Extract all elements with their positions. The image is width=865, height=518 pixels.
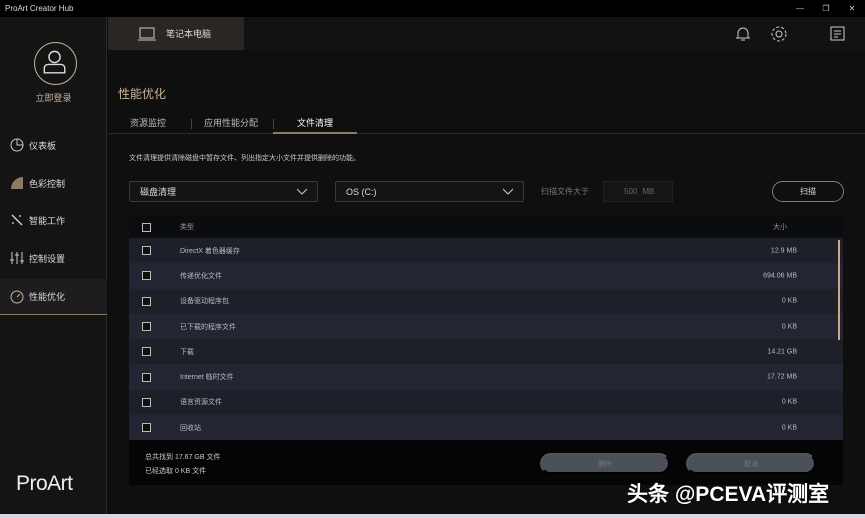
file-table: 类型 大小 DirectX 着色器缓存 12.9 MB 传递优化文件 694.06 MB… xyxy=(129,216,843,441)
column-type: 类型 xyxy=(180,224,194,231)
drive-dropdown[interactable]: OS (C:) xyxy=(335,181,524,202)
page-title: 性能优化 xyxy=(118,87,167,101)
device-label: 笔记本电脑 xyxy=(166,29,212,39)
size-value: 500 xyxy=(624,187,638,196)
nav-label: 色彩控制 xyxy=(29,178,66,189)
sidebar: 立即登录 仪表板 色彩控制 智能工作 控制设置 性能优化 ProArt xyxy=(0,17,107,518)
table-header: 类型 大小 xyxy=(129,216,843,238)
gear-icon[interactable] xyxy=(770,25,788,43)
sidebar-item-performance[interactable]: 性能优化 xyxy=(0,279,107,315)
tab-divider xyxy=(273,119,274,129)
tab-resource-monitor[interactable]: 资源监控 xyxy=(130,116,166,129)
tab-divider xyxy=(191,119,192,129)
row-size: 694.06 MB xyxy=(763,272,797,280)
select-all-checkbox[interactable] xyxy=(142,222,151,232)
bottom-edge xyxy=(0,514,865,518)
row-checkbox[interactable] xyxy=(142,347,151,357)
row-size: 0 KB xyxy=(781,424,797,432)
feedback-icon[interactable] xyxy=(829,25,847,43)
description: 文件清理提供清除磁盘中暂存文件、列出指定大小文件并提供删除的功能。 xyxy=(129,155,360,162)
chevron-down-icon xyxy=(503,188,513,195)
table-row[interactable]: 下载 14.21 GB xyxy=(129,339,843,365)
row-size: 12.9 MB xyxy=(770,247,797,255)
top-header: 笔记本电脑 xyxy=(108,17,865,50)
tab-app-performance[interactable]: 应用性能分配 xyxy=(204,116,258,129)
row-checkbox[interactable] xyxy=(142,397,151,407)
sliders-icon xyxy=(10,252,24,264)
row-type: 语言资源文件 xyxy=(180,399,222,407)
nav-label: 智能工作 xyxy=(29,215,66,226)
close-button[interactable]: ✕ xyxy=(839,0,865,17)
row-checkbox[interactable] xyxy=(142,246,151,256)
magic-wand-icon xyxy=(11,214,23,226)
nav-label: 仪表板 xyxy=(29,140,57,151)
row-type: Internet 临时文件 xyxy=(180,374,234,382)
row-type: 已下载的程序文件 xyxy=(180,323,236,331)
active-tab-underline xyxy=(273,132,357,134)
app-title: ProArt Creator Hub xyxy=(5,4,74,13)
table-row[interactable]: 设备驱动程序包 0 KB xyxy=(129,288,843,314)
bell-icon[interactable] xyxy=(734,25,752,43)
color-icon xyxy=(11,177,23,189)
gauge-icon xyxy=(10,290,24,303)
laptop-icon xyxy=(138,27,156,40)
mode-dropdown[interactable]: 磁盘清理 xyxy=(129,181,318,202)
table-row[interactable]: 语言资源文件 0 KB xyxy=(129,389,843,416)
table-row[interactable]: 回收站 0 KB xyxy=(129,415,843,441)
row-type: 设备驱动程序包 xyxy=(180,298,229,306)
login-link[interactable]: 立即登录 xyxy=(0,91,107,104)
cancel-button[interactable]: 取消 xyxy=(686,453,816,474)
dashboard-icon xyxy=(10,138,24,152)
table-row[interactable]: DirectX 着色器缓存 12.9 MB xyxy=(129,238,843,264)
avatar-icon[interactable] xyxy=(34,42,77,85)
sidebar-item-color[interactable]: 色彩控制 xyxy=(0,165,107,201)
scan-button[interactable]: 扫描 xyxy=(772,181,844,202)
tab-bar: 资源监控 应用性能分配 文件清理 xyxy=(108,116,865,134)
row-type: 传递优化文件 xyxy=(180,272,222,280)
delete-button[interactable]: 删除 xyxy=(540,453,670,474)
row-checkbox[interactable] xyxy=(142,423,151,433)
proart-logo: ProArt xyxy=(16,472,73,495)
row-checkbox[interactable] xyxy=(142,296,151,306)
row-type: 下载 xyxy=(180,348,194,356)
title-bar: ProArt Creator Hub — ❐ ✕ xyxy=(0,0,865,17)
sidebar-item-dashboard[interactable]: 仪表板 xyxy=(0,127,107,163)
drive-value: OS (C:) xyxy=(346,186,377,197)
scrollbar[interactable] xyxy=(838,240,840,340)
mode-value: 磁盘清理 xyxy=(140,187,177,197)
row-size: 0 KB xyxy=(781,323,797,331)
row-checkbox[interactable] xyxy=(142,271,151,281)
watermark: 头条 @PCEVA评测室 xyxy=(627,483,830,506)
row-size: 14.21 GB xyxy=(767,348,797,356)
row-type: 回收站 xyxy=(180,424,201,432)
nav-label: 性能优化 xyxy=(29,292,66,302)
nav-label: 控制设置 xyxy=(29,253,66,264)
selected-total: 已经选取 0 KB 文件 xyxy=(145,468,207,475)
sidebar-item-control-settings[interactable]: 控制设置 xyxy=(0,240,107,276)
minimize-button[interactable]: — xyxy=(787,0,813,17)
row-checkbox[interactable] xyxy=(142,322,151,332)
row-checkbox[interactable] xyxy=(142,372,151,382)
row-size: 0 KB xyxy=(781,297,797,305)
column-size: 大小 xyxy=(773,224,787,231)
chevron-down-icon xyxy=(297,188,307,195)
maximize-button[interactable]: ❐ xyxy=(813,0,839,17)
sidebar-item-smart-work[interactable]: 智能工作 xyxy=(0,202,107,238)
size-threshold-input[interactable]: 500 MB xyxy=(603,181,673,202)
tab-file-cleanup[interactable]: 文件清理 xyxy=(297,116,333,129)
row-size: 17.72 MB xyxy=(767,373,797,381)
table-row[interactable]: 传递优化文件 694.06 MB xyxy=(129,263,843,289)
table-row[interactable]: Internet 临时文件 17.72 MB xyxy=(129,364,843,390)
size-unit: MB xyxy=(642,187,655,196)
row-size: 0 KB xyxy=(781,398,797,406)
total-found: 总共找到 17.67 GB 文件 xyxy=(145,454,221,461)
table-row[interactable]: 已下载的程序文件 0 KB xyxy=(129,313,843,340)
size-threshold-label: 扫描文件大于 xyxy=(541,187,589,196)
row-type: DirectX 着色器缓存 xyxy=(180,247,240,255)
device-tab[interactable]: 笔记本电脑 xyxy=(108,17,244,50)
